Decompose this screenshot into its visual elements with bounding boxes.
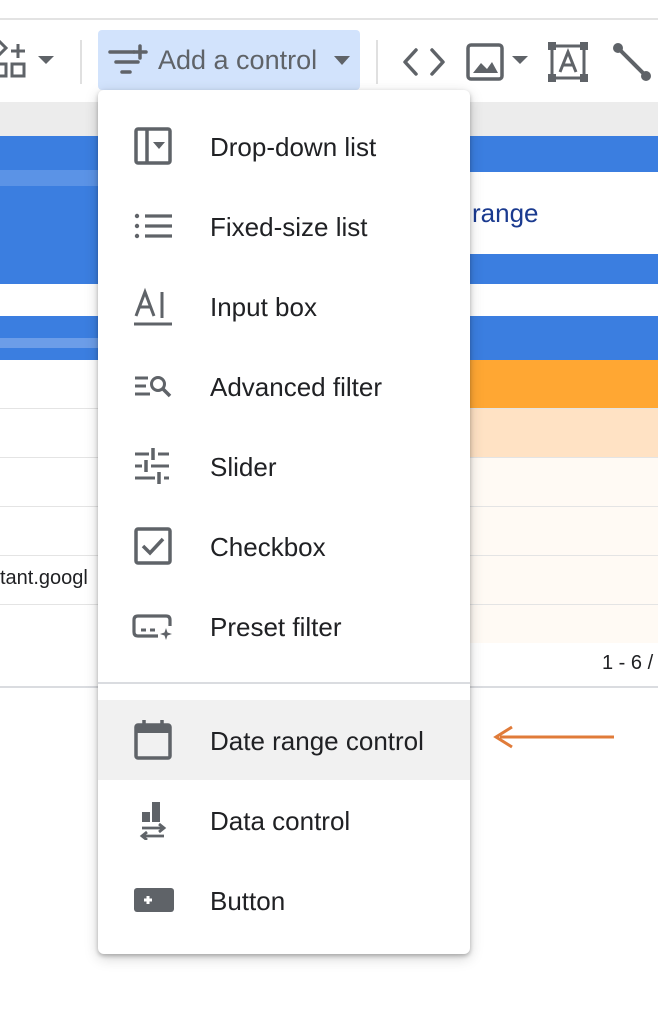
slider-icon <box>135 448 169 484</box>
embed-code-button[interactable] <box>402 44 446 80</box>
menu-item-label: Preset filter <box>210 612 342 642</box>
fixed-size-list-icon <box>134 213 172 239</box>
line-button[interactable] <box>612 42 652 82</box>
input-box-icon <box>134 287 172 326</box>
menu-item-label: Fixed-size list <box>210 212 368 242</box>
menu-divider <box>98 682 470 684</box>
menu-item-label: Button <box>210 886 286 916</box>
menu-item-fixed-size-list[interactable]: Fixed-size list <box>98 186 470 266</box>
menu-item-label: Date range control <box>210 726 424 756</box>
annotation-arrow-icon <box>493 725 614 749</box>
menu-item-label: Checkbox <box>210 532 326 562</box>
button-icon <box>134 888 174 912</box>
add-a-control-button[interactable]: Add a control <box>98 30 360 90</box>
report-strip <box>0 170 98 186</box>
report-url-fragment: tant.googl <box>0 567 88 589</box>
menu-item-label: Drop-down list <box>210 132 377 162</box>
report-strip <box>0 338 98 348</box>
image-button[interactable] <box>466 42 530 82</box>
text-box-button[interactable] <box>548 42 588 82</box>
advanced-filter-icon <box>135 376 172 398</box>
report-header-fragment: range <box>472 198 539 228</box>
code-embed-icon <box>403 48 445 76</box>
menu-item-advanced-filter[interactable]: Advanced filter <box>98 346 470 426</box>
menu-item-label: Advanced filter <box>210 372 382 402</box>
menu-item-input-box[interactable]: Input box <box>98 266 470 346</box>
add-component-icon <box>0 39 54 78</box>
menu-item-label: Input box <box>210 292 317 322</box>
add-control-menu: Drop-down list Fixed-size list Input box… <box>98 90 470 954</box>
chevron-down-icon <box>334 56 350 65</box>
image-icon <box>466 43 528 81</box>
data-control-icon <box>139 802 167 840</box>
preset-filter-icon <box>132 614 172 640</box>
toolbar-separator <box>80 40 82 84</box>
toolbar-separator <box>376 40 378 84</box>
menu-item-preset-filter[interactable]: Preset filter <box>98 586 470 666</box>
filter-controls-icon <box>108 44 148 74</box>
menu-item-slider[interactable]: Slider <box>98 426 470 506</box>
menu-item-checkbox[interactable]: Checkbox <box>98 506 470 586</box>
menu-item-data-control[interactable]: Data control <box>98 780 470 860</box>
text-box-icon <box>548 42 588 82</box>
menu-item-button[interactable]: Button <box>98 860 470 940</box>
line-icon <box>613 43 651 81</box>
menu-item-date-range-control[interactable]: Date range control <box>98 700 470 780</box>
dropdown-list-icon <box>134 127 172 165</box>
checkbox-icon <box>134 527 172 565</box>
pagination-text: 1 - 6 / <box>602 652 654 674</box>
menu-item-label: Slider <box>210 452 277 482</box>
menu-item-drop-down-list[interactable]: Drop-down list <box>98 106 470 186</box>
add-a-control-label: Add a control <box>158 45 318 75</box>
menu-item-label: Data control <box>210 806 351 836</box>
add-component-button[interactable] <box>0 39 60 84</box>
calendar-icon <box>134 720 172 760</box>
